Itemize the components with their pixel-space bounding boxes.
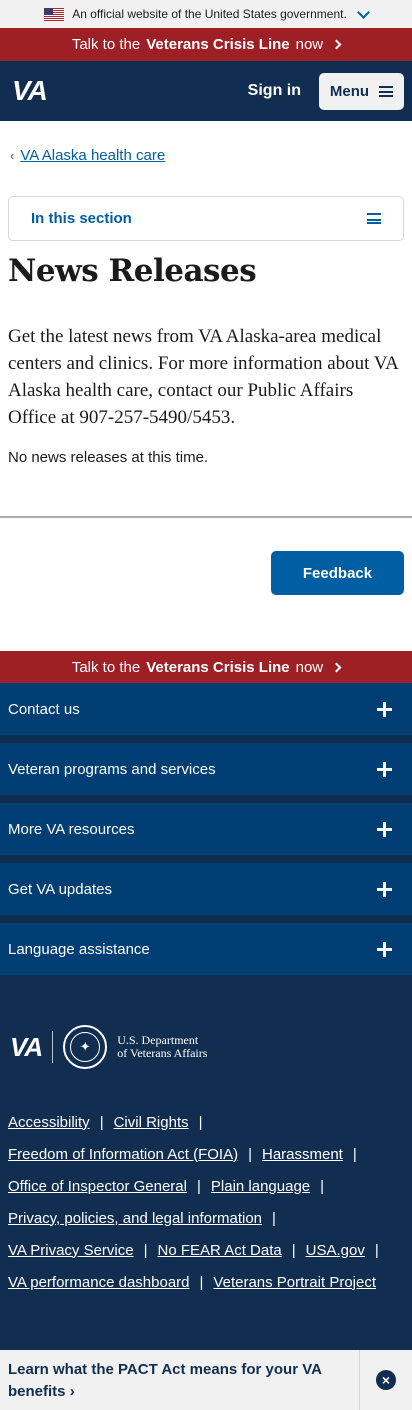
footer-link[interactable]: Civil Rights <box>114 1114 189 1131</box>
footer-link[interactable]: USA.gov <box>306 1242 365 1259</box>
accordion-label: Contact us <box>8 700 80 718</box>
footer-link-row: Accessibility | Civil Rights | <box>8 1113 203 1131</box>
page-title: News Releases <box>8 253 257 289</box>
section-nav-label: In this section <box>31 210 132 227</box>
chevron-right-icon <box>331 662 342 672</box>
chevron-down-icon <box>356 5 370 19</box>
accordion-label: Language assistance <box>8 940 150 958</box>
breadcrumb-link[interactable]: VA Alaska health care <box>20 147 165 164</box>
hamburger-icon <box>367 213 381 224</box>
official-gov-banner[interactable]: An official website of the United States… <box>0 0 412 28</box>
in-this-section-button[interactable]: In this section <box>8 196 404 241</box>
footer-link[interactable]: No FEAR Act Data <box>158 1242 282 1259</box>
accordion-label: Veteran programs and services <box>8 760 216 778</box>
footer-link-row: Freedom of Information Act (FOIA) | Haras… <box>8 1145 357 1163</box>
feedback-area: Feedback <box>0 518 412 595</box>
crisis-prefix: Talk to the <box>71 36 141 53</box>
accordion-more-resources[interactable]: More VA resources <box>0 803 412 855</box>
menu-button[interactable]: Menu <box>319 72 404 110</box>
va-seal-icon: ✦ <box>63 1025 108 1069</box>
menu-label: Menu <box>329 82 370 100</box>
sign-in-button[interactable]: Sign in <box>248 82 301 100</box>
chevron-right-icon <box>331 39 342 50</box>
footer-link-row: Office of Inspector General | Plain langu… <box>8 1177 325 1195</box>
footer-link[interactable]: VA Privacy Service <box>8 1242 134 1259</box>
footer-link[interactable]: Privacy, policies, and legal information <box>8 1210 262 1227</box>
crisis-prefix: Talk to the <box>71 658 141 676</box>
plus-icon <box>377 761 392 777</box>
footer-link-row: VA Privacy Service | No FEAR Act Data | US… <box>8 1241 379 1259</box>
footer-link[interactable]: Accessibility <box>8 1114 90 1131</box>
accordion-label: Get VA updates <box>8 880 112 898</box>
breadcrumb: ‹ VA Alaska health care <box>0 121 412 164</box>
hamburger-icon <box>379 85 394 97</box>
site-footer: Talk to the Veterans Crisis Line now Con… <box>0 651 412 1410</box>
close-icon: × <box>376 1370 396 1390</box>
footer-brand[interactable]: VA ✦ U.S. Department of Veterans Affairs <box>0 1025 412 1069</box>
site-header: VA Sign in Menu <box>0 61 412 121</box>
us-flag-icon <box>44 7 65 21</box>
footer-link[interactable]: Plain language <box>211 1178 310 1195</box>
va-logo: VA <box>10 1031 43 1062</box>
pact-act-text: Learn what the PACT Act means for your V… <box>8 1361 322 1400</box>
plus-icon <box>377 701 392 717</box>
gov-banner-text: An official website of the United States… <box>72 7 347 21</box>
chevron-left-icon: ‹ <box>10 148 15 163</box>
pact-act-link[interactable]: Learn what the PACT Act means for your V… <box>0 1350 359 1410</box>
crisis-name: Veterans Crisis Line <box>146 36 290 53</box>
va-logo[interactable]: VA <box>12 75 48 107</box>
plus-icon <box>377 821 392 837</box>
intro-text: Get the latest news from VA Alaska-area … <box>8 326 398 428</box>
footer-link-row: Privacy, policies, and legal information… <box>8 1209 276 1227</box>
dept-line-1: U.S. Department <box>117 1033 199 1047</box>
crisis-name: Veterans Crisis Line <box>146 658 290 676</box>
pact-close-button[interactable]: × <box>359 1350 412 1410</box>
accordion-get-updates[interactable]: Get VA updates <box>0 863 412 915</box>
dept-line-2: of Veterans Affairs <box>117 1046 208 1060</box>
footer-link[interactable]: VA performance dashboard <box>8 1274 190 1291</box>
empty-state-text: No news releases at this time. <box>8 449 209 466</box>
footer-link[interactable]: Harassment <box>262 1146 343 1163</box>
pact-act-banner: Learn what the PACT Act means for your V… <box>0 1350 412 1410</box>
feedback-button[interactable]: Feedback <box>271 551 404 595</box>
footer-link-row: VA performance dashboard | Veterans Portr… <box>8 1273 376 1291</box>
accordion-language-assistance[interactable]: Language assistance <box>0 923 412 975</box>
footer-crisis-line-banner[interactable]: Talk to the Veterans Crisis Line now <box>0 651 412 683</box>
chevron-right-icon: › <box>69 1383 75 1400</box>
footer-link[interactable]: Freedom of Information Act (FOIA) <box>8 1146 238 1163</box>
plus-icon <box>377 941 392 957</box>
footer-links: Accessibility | Civil Rights | Freedom of … <box>0 1106 412 1298</box>
department-name: U.S. Department of Veterans Affairs <box>117 1034 207 1060</box>
crisis-line-banner[interactable]: Talk to the Veterans Crisis Line now <box>0 28 412 61</box>
footer-accordion: Contact us Veteran programs and services… <box>0 683 412 975</box>
footer-link[interactable]: Veterans Portrait Project <box>213 1274 376 1291</box>
brand-separator <box>52 1031 54 1063</box>
header-actions: Sign in Menu <box>248 72 404 110</box>
footer-link[interactable]: Office of Inspector General <box>8 1178 187 1195</box>
crisis-suffix: now <box>295 658 324 676</box>
accordion-label: More VA resources <box>8 820 135 838</box>
crisis-suffix: now <box>295 36 324 53</box>
plus-icon <box>377 881 392 897</box>
accordion-contact-us[interactable]: Contact us <box>0 683 412 735</box>
accordion-veteran-programs[interactable]: Veteran programs and services <box>0 743 412 795</box>
